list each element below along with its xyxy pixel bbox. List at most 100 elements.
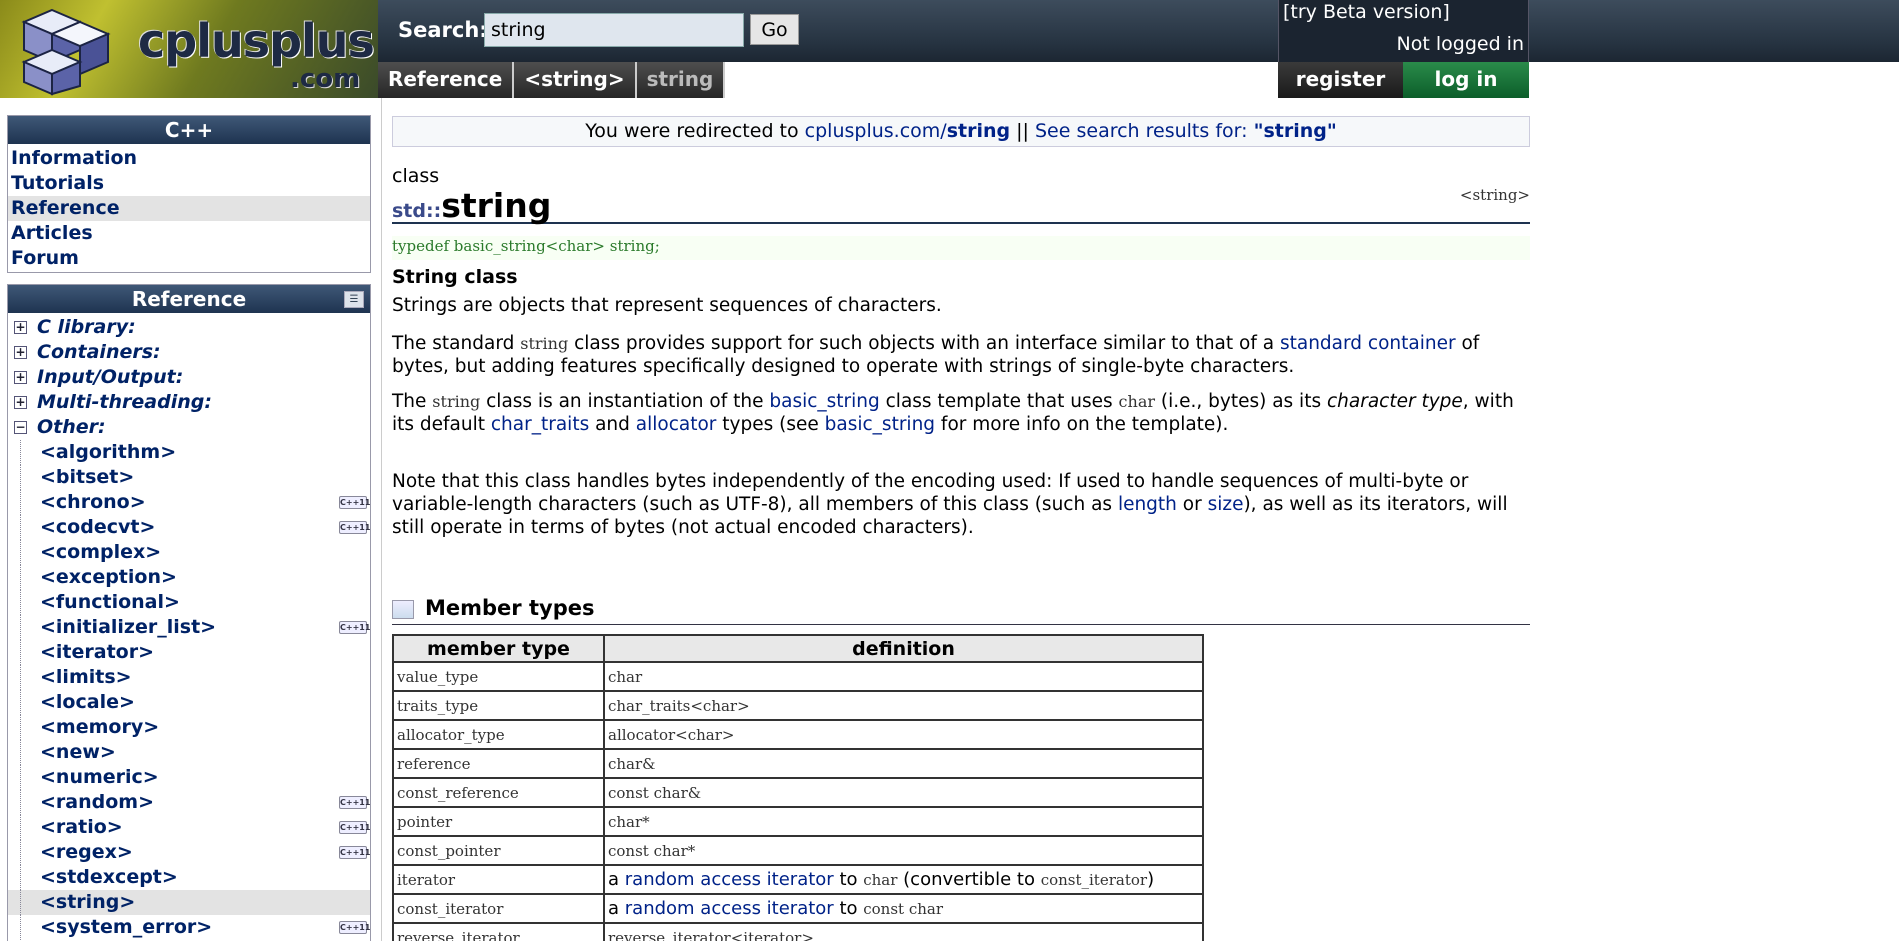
tree-header-item[interactable]: <regex> C++11 <box>8 840 370 865</box>
definition-cell: allocator<char> <box>603 719 1204 750</box>
tree-header-item[interactable]: <algorithm> <box>8 440 370 465</box>
tree-header-item[interactable]: <initializer_list> C++11 <box>8 615 370 640</box>
expand-icon[interactable]: + <box>14 346 27 359</box>
tree-guide-line <box>20 765 21 790</box>
tree-header-label[interactable]: <random> <box>40 790 154 815</box>
tree-guide-line <box>20 440 21 465</box>
member-type-cell: const_iterator <box>392 893 605 924</box>
tree-category[interactable]: + Multi-threading: <box>8 390 370 415</box>
tree-category[interactable]: − Other: <box>8 415 370 440</box>
redirect-link[interactable]: cplusplus.com/string <box>805 120 1010 142</box>
search-input[interactable] <box>484 13 744 47</box>
tree-header-label[interactable]: <complex> <box>40 540 161 565</box>
tree-header-item[interactable]: <functional> <box>8 590 370 615</box>
expand-icon[interactable]: + <box>14 371 27 384</box>
tree-header-label[interactable]: <ratio> <box>40 815 123 840</box>
tree-header-item[interactable]: <codecvt> C++11 <box>8 515 370 540</box>
definition-link[interactable]: allocator <box>608 726 675 744</box>
tree-header-label[interactable]: <exception> <box>40 565 177 590</box>
tree-header-item[interactable]: <string> <box>8 890 370 915</box>
login-button[interactable]: log in <box>1403 62 1529 98</box>
typedef-declaration: typedef basic_string<char> string; <box>392 236 1530 260</box>
allocator-link[interactable]: allocator <box>636 414 717 435</box>
tree-header-label[interactable]: <initializer_list> <box>40 615 216 640</box>
tree-header-item[interactable]: <new> <box>8 740 370 765</box>
site-header: cplusplus .com Search: Go [try Beta vers… <box>0 0 1899 98</box>
tree-header-label[interactable]: <numeric> <box>40 765 159 790</box>
nav-reference[interactable]: Reference <box>8 196 370 221</box>
entity-kind: class <box>392 165 440 187</box>
tree-header-item[interactable]: <limits> <box>8 665 370 690</box>
paragraph-3: The string class is an instantiation of … <box>392 390 1530 436</box>
try-beta-link[interactable]: [try Beta version] <box>1283 1 1450 23</box>
tree-header-label[interactable]: <memory> <box>40 715 159 740</box>
tree-header-label[interactable]: <string> <box>40 890 135 915</box>
tree-header-item[interactable]: <chrono> C++11 <box>8 490 370 515</box>
tree-header-label[interactable]: <regex> <box>40 840 133 865</box>
definition-link[interactable]: reverse_iterator <box>608 929 731 941</box>
nav-forum[interactable]: Forum <box>8 246 370 271</box>
basic-string-link[interactable]: basic_string <box>769 391 879 412</box>
tree-header-item[interactable]: <ratio> C++11 <box>8 815 370 840</box>
site-logo[interactable]: cplusplus .com <box>0 0 378 98</box>
tree-category-label[interactable]: Other: <box>37 415 106 440</box>
expand-icon[interactable]: + <box>14 321 27 334</box>
expand-icon[interactable]: + <box>14 396 27 409</box>
go-button[interactable]: Go <box>750 14 799 45</box>
tree-header-label[interactable]: <iterator> <box>40 640 154 665</box>
login-status: Not logged in <box>1396 33 1524 55</box>
tree-category[interactable]: + Input/Output: <box>8 365 370 390</box>
tree-header-item[interactable]: <locale> <box>8 690 370 715</box>
tree-category[interactable]: + Containers: <box>8 340 370 365</box>
tree-header-label[interactable]: <locale> <box>40 690 135 715</box>
tree-category-label[interactable]: Input/Output: <box>37 365 183 390</box>
random-access-iterator-link[interactable]: random access iterator <box>625 898 834 919</box>
tree-header-label[interactable]: <algorithm> <box>40 440 176 465</box>
entity-name: string <box>441 186 552 225</box>
tree-header-label[interactable]: <codecvt> <box>40 515 155 540</box>
length-link[interactable]: length <box>1118 494 1177 515</box>
tree-header-item[interactable]: <bitset> <box>8 465 370 490</box>
tree-header-item[interactable]: <memory> <box>8 715 370 740</box>
breadcrumb-string-header[interactable]: <string> <box>514 62 637 98</box>
breadcrumb-reference[interactable]: Reference <box>378 62 515 98</box>
tree-header-label[interactable]: <new> <box>40 740 116 765</box>
tree-guide-line <box>20 565 21 590</box>
tree-category[interactable]: + C library: <box>8 315 370 340</box>
tree-header-label[interactable]: <limits> <box>40 665 132 690</box>
tree-header-label[interactable]: <system_error> <box>40 915 212 940</box>
standard-container-link[interactable]: standard container <box>1280 333 1456 354</box>
register-button[interactable]: register <box>1278 62 1403 98</box>
tree-category-label[interactable]: Containers: <box>37 340 161 365</box>
char-traits-link[interactable]: char_traits <box>491 414 589 435</box>
tree-header-item[interactable]: <system_error> C++11 <box>8 915 370 940</box>
header-reference[interactable]: <string> <box>1460 186 1530 204</box>
basic-string-link-2[interactable]: basic_string <box>825 414 935 435</box>
tree-header-item[interactable]: <exception> <box>8 565 370 590</box>
tree-header-label[interactable]: <chrono> <box>40 490 146 515</box>
collapse-icon[interactable]: − <box>14 421 27 434</box>
size-link[interactable]: size <box>1208 494 1244 515</box>
tree-guide-line <box>20 790 21 815</box>
cpp11-badge-icon: C++11 <box>339 496 371 509</box>
tree-header-item[interactable]: <random> C++11 <box>8 790 370 815</box>
definition-cell: char_traits<char> <box>603 690 1204 721</box>
nav-articles[interactable]: Articles <box>8 221 370 246</box>
random-access-iterator-link[interactable]: random access iterator <box>625 869 834 890</box>
tree-header-item[interactable]: <numeric> <box>8 765 370 790</box>
nav-information[interactable]: Information <box>8 146 370 171</box>
tree-header-item[interactable]: <stdexcept> <box>8 865 370 890</box>
tree-category-label[interactable]: Multi-threading: <box>37 390 212 415</box>
definition-code: <char> <box>690 697 750 715</box>
p3-code-1: string <box>432 392 481 411</box>
definition-link[interactable]: char_traits <box>608 697 690 715</box>
nav-tutorials[interactable]: Tutorials <box>8 171 370 196</box>
search-results-link[interactable]: See search results for: "string" <box>1035 120 1337 142</box>
tree-category-label[interactable]: C library: <box>37 315 136 340</box>
tree-header-label[interactable]: <stdexcept> <box>40 865 178 890</box>
tree-header-label[interactable]: <bitset> <box>40 465 134 490</box>
tree-header-label[interactable]: <functional> <box>40 590 180 615</box>
index-view-icon[interactable]: ☰ <box>344 291 364 308</box>
tree-header-item[interactable]: <complex> <box>8 540 370 565</box>
tree-header-item[interactable]: <iterator> <box>8 640 370 665</box>
